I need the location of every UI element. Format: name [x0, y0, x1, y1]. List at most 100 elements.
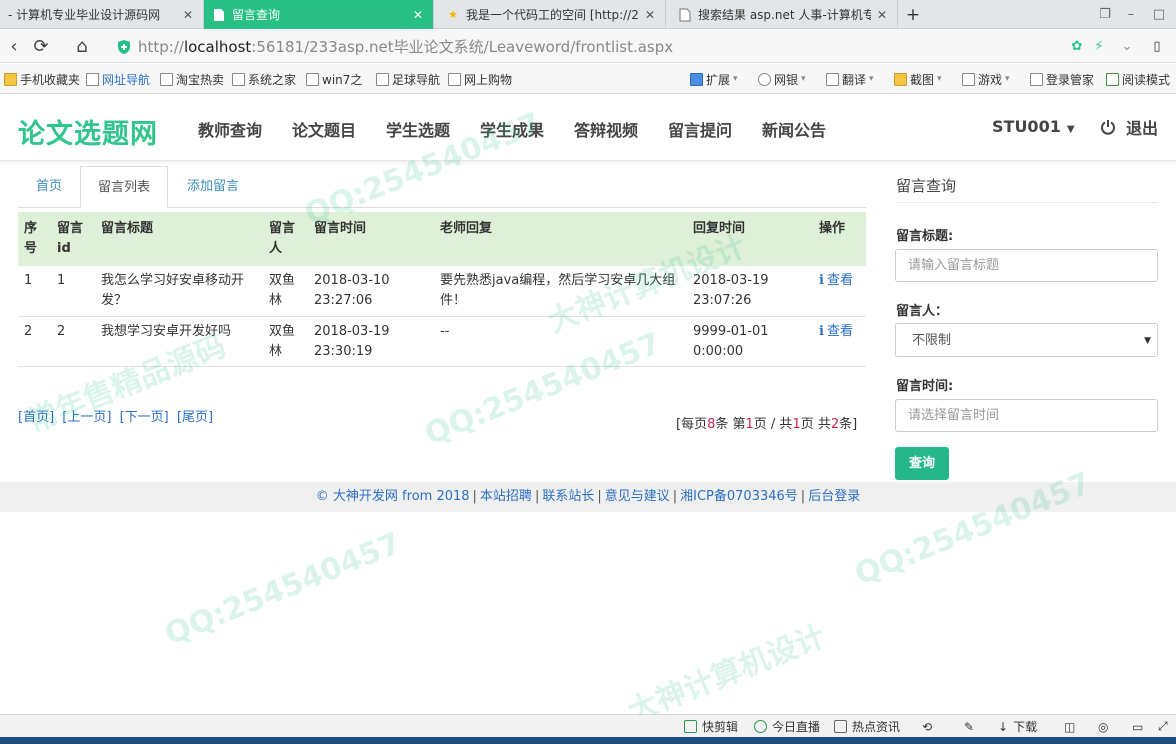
bookmark-item[interactable]: 网址导航: [86, 70, 150, 88]
author-select-value: 不限制: [912, 333, 952, 348]
chevron-down-icon[interactable]: ⌄: [1118, 38, 1136, 56]
tab-title: 留言查询: [232, 8, 281, 22]
gear-icon[interactable]: ✿: [1068, 38, 1086, 56]
games-button[interactable]: 游戏 ▾: [962, 70, 1010, 88]
title-search-input[interactable]: [895, 249, 1158, 282]
time-label: 留言时间:: [896, 379, 954, 394]
browser-icon[interactable]: ◎: [1098, 718, 1108, 735]
close-icon[interactable]: ✕: [411, 8, 425, 22]
site-footer: © 大神开发网 from 2018 | 本站招聘 | 联系站长 | 意见与建议 | 湘ICP备0…: [0, 482, 1176, 512]
watermark-text: QQ:254540457: [160, 526, 406, 653]
bank-button[interactable]: 网银 ▾: [758, 70, 806, 88]
restore-icon[interactable]: ❐: [1094, 5, 1116, 25]
lightning-icon[interactable]: ⚡: [1090, 38, 1108, 56]
minimize-icon[interactable]: –: [1120, 5, 1142, 25]
power-icon: [1100, 119, 1116, 135]
tool-label: 阅读模式: [1122, 72, 1171, 87]
bookmark-item[interactable]: 网上购物: [448, 70, 512, 88]
window-icon[interactable]: ▭: [1132, 718, 1143, 735]
browser-tab-1[interactable]: - 计算机专业毕业设计源码网 ✕: [0, 0, 204, 29]
user-menu[interactable]: STU001 ▼: [992, 117, 1075, 136]
nav-item-selection[interactable]: 学生选题: [386, 117, 450, 140]
tab-message-list[interactable]: 留言列表: [80, 166, 168, 208]
site-logo[interactable]: 论文选题网: [18, 112, 158, 151]
pager-first[interactable]: [首页]: [18, 410, 54, 425]
view-link[interactable]: i 查看: [819, 273, 853, 288]
browser-tab-2[interactable]: 留言查询 ✕: [204, 0, 434, 29]
pin-icon[interactable]: ✎: [964, 718, 974, 735]
refresh-icon[interactable]: ⟲: [922, 718, 932, 735]
nav-item-videos[interactable]: 答辩视频: [574, 117, 638, 140]
reload-icon[interactable]: ⟳: [29, 35, 53, 59]
bookmark-item[interactable]: 足球导航: [376, 70, 440, 88]
close-icon[interactable]: ✕: [643, 8, 657, 22]
tab-title: - 计算机专业毕业设计源码网: [8, 8, 161, 22]
nav-item-news[interactable]: 新闻公告: [762, 117, 826, 140]
sidebar-title: 留言查询: [896, 177, 957, 195]
message-table: 序号 留言id 留言标题 留言人 留言时间 老师回复 回复时间 操作 1 1 我…: [18, 212, 866, 367]
cell-reply-time: 2018-03-19 23:07:26: [687, 266, 813, 317]
query-button[interactable]: 查询: [895, 447, 949, 480]
live-icon: [754, 720, 767, 733]
url-field[interactable]: http://localhost:56181/233asp.net毕业论文系统/…: [108, 34, 1142, 59]
footer-link-admin[interactable]: 后台登录: [808, 489, 860, 504]
footer-link-contact[interactable]: 联系站长: [542, 489, 594, 504]
phone-icon[interactable]: ▯: [1148, 38, 1166, 56]
page-icon: [86, 72, 99, 86]
footer-link-feedback[interactable]: 意见与建议: [605, 489, 670, 504]
bookmark-item[interactable]: win7之: [306, 70, 362, 88]
tab-add-message[interactable]: 添加留言: [168, 166, 258, 208]
bookmark-item[interactable]: 手机收藏夹: [4, 70, 80, 88]
home-icon[interactable]: ⌂: [70, 35, 94, 59]
author-select[interactable]: 不限制 ▼: [895, 323, 1158, 357]
page-count: 1: [792, 417, 801, 432]
browser-tab-4[interactable]: 搜索结果 asp.net 人事-计算机专 ✕: [670, 0, 898, 29]
translate-button[interactable]: 翻译 ▾: [826, 70, 874, 88]
nav-item-topics[interactable]: 论文题目: [292, 117, 356, 140]
info-icon: i: [819, 273, 824, 288]
expand-icon[interactable]: ⤢: [1158, 718, 1168, 735]
new-tab-button[interactable]: +: [902, 4, 924, 26]
pager-text: [每页: [676, 417, 708, 432]
footer-icp[interactable]: 湘ICP备0703346号: [680, 489, 798, 504]
close-icon[interactable]: ✕: [875, 8, 889, 22]
close-icon[interactable]: ✕: [181, 8, 195, 22]
footer-link-jobs[interactable]: 本站招聘: [480, 489, 532, 504]
scissors-icon: [894, 72, 907, 86]
cell-reply: 要先熟悉java编程，然后学习安卓几大组件！: [434, 266, 687, 317]
footer-copyright[interactable]: © 大神开发网 from 2018: [316, 489, 470, 504]
address-bar: ‹ ⟳ ⌂ http://localhost:56181/233asp.net毕…: [0, 30, 1176, 63]
page-icon: [448, 72, 461, 86]
extensions-button[interactable]: 扩展 ▾: [690, 70, 738, 88]
browser-tab-3[interactable]: ★ 我是一个代码工的空间 [http://2 ✕: [438, 0, 666, 29]
chevron-down-icon: ▾: [869, 74, 874, 84]
tab-home[interactable]: 首页: [18, 166, 80, 208]
login-manager-button[interactable]: 登录管家: [1030, 70, 1094, 88]
back-icon[interactable]: ‹: [2, 35, 26, 59]
nav-item-messages[interactable]: 留言提问: [668, 117, 732, 140]
nav-item-results[interactable]: 学生成果: [480, 117, 544, 140]
time-search-input[interactable]: [895, 399, 1158, 432]
page-icon: [232, 72, 245, 86]
tool-label: 登录管家: [1046, 72, 1095, 87]
username: STU001: [992, 117, 1061, 136]
nav-item-teachers[interactable]: 教师查询: [198, 117, 262, 140]
pager-prev[interactable]: [上一页]: [62, 410, 111, 425]
cell-author: 双鱼林: [263, 266, 308, 317]
pager-next[interactable]: [下一页]: [120, 410, 169, 425]
bookmark-item[interactable]: 系统之家: [232, 70, 296, 88]
reader-mode-button[interactable]: 阅读模式: [1106, 70, 1170, 88]
status-item[interactable]: ↓ 下载: [998, 718, 1037, 735]
logout-button[interactable]: 退出: [1100, 115, 1158, 139]
pager-text: 页 / 共: [753, 417, 793, 432]
zoom-icon[interactable]: ◫: [1064, 718, 1075, 735]
view-link[interactable]: i 查看: [819, 324, 853, 339]
status-item[interactable]: 今日直播: [754, 718, 820, 735]
screenshot-button[interactable]: 截图 ▾: [894, 70, 942, 88]
status-item[interactable]: 热点资讯: [834, 718, 900, 735]
status-item[interactable]: 快剪辑: [684, 718, 738, 735]
pager-last[interactable]: [尾页]: [177, 410, 213, 425]
bookmark-item[interactable]: 淘宝热卖: [160, 70, 224, 88]
cell-no: 2: [18, 316, 51, 367]
maximize-icon[interactable]: □: [1148, 5, 1170, 25]
